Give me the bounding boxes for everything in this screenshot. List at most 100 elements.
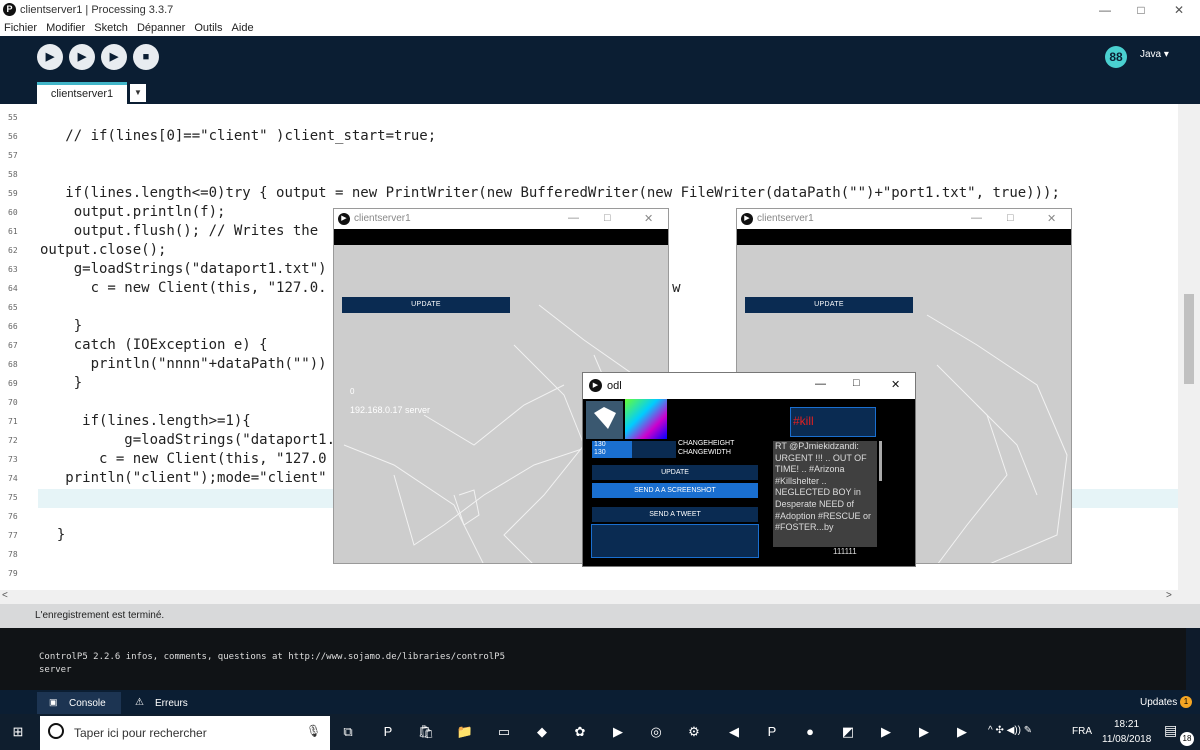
app-icon[interactable]: ◩	[838, 722, 858, 742]
hashtag-input[interactable]: #kill	[790, 407, 876, 437]
line-number: 70	[8, 398, 18, 407]
app-icon[interactable]: ◆	[532, 722, 552, 742]
code-line[interactable]: println("nnnn"+dataPath(""))	[40, 355, 327, 374]
language-indicator[interactable]: FRA	[1072, 726, 1092, 737]
tab-clientserver1[interactable]: clientserver1	[37, 82, 127, 104]
search-box[interactable]: Taper ici pour rechercher 🎙	[40, 716, 330, 750]
notification-icon[interactable]: ▤	[1164, 722, 1177, 739]
code-line[interactable]: if(lines.length>=1){	[40, 412, 251, 431]
sketch-black-bar	[334, 229, 668, 245]
stop-button[interactable]: ■	[133, 44, 159, 70]
tab-bar: clientserver1 ▼	[0, 80, 1200, 104]
maximize-icon[interactable]: □	[1007, 212, 1014, 224]
odl-titlebar: ▶ odl — □ ✕	[583, 373, 915, 399]
line-number: 66	[8, 322, 18, 331]
menu-aide[interactable]: Aide	[232, 20, 254, 36]
code-line[interactable]: output.println(f);	[40, 203, 226, 222]
play-icon[interactable]: ▶	[608, 722, 628, 742]
tab-menu-button[interactable]: ▼	[130, 84, 146, 102]
update-button[interactable]: UPDATE	[342, 297, 510, 313]
folder-icon[interactable]: 📁	[455, 722, 475, 742]
line-number: 65	[8, 303, 18, 312]
app-icon[interactable]: ▭	[494, 722, 514, 742]
processing-app-icon[interactable]: P	[378, 722, 398, 742]
mode-selector[interactable]: Java ▾	[1140, 49, 1169, 60]
clock-date[interactable]: 11/08/2018	[1102, 734, 1151, 745]
line-number: 77	[8, 531, 18, 540]
processing-app-icon[interactable]: P	[762, 722, 782, 742]
debug-button[interactable]: ▶	[101, 44, 127, 70]
code-line[interactable]: output.close();	[40, 241, 166, 260]
updates-badge: 1	[1180, 696, 1192, 708]
code-line[interactable]: // if(lines[0]=="client" )client_start=t…	[40, 127, 436, 146]
maximize-icon[interactable]: □	[604, 212, 611, 224]
scroll-right-icon[interactable]: >	[1166, 590, 1172, 601]
send-tweet-button[interactable]: SEND A TWEET	[592, 507, 758, 522]
run-button[interactable]: ▶	[37, 44, 63, 70]
scroll-left-icon[interactable]: <	[2, 590, 8, 601]
task-view-icon[interactable]: ⧉	[338, 722, 358, 742]
firefox-icon[interactable]: ●	[800, 722, 820, 742]
store-icon[interactable]: 🛍	[416, 722, 436, 742]
menu-fichier[interactable]: Fichier	[4, 20, 37, 36]
line-number: 75	[8, 493, 18, 502]
maximize-icon[interactable]: □	[853, 377, 860, 389]
code-line[interactable]: output.flush(); // Writes the	[40, 222, 318, 241]
line-number: 64	[8, 284, 18, 293]
code-line[interactable]: catch (IOException e) {	[40, 336, 268, 355]
minimize-icon[interactable]: —	[971, 212, 982, 224]
tab-console[interactable]: ▣ Console	[37, 692, 121, 714]
vertical-scrollbar[interactable]	[1178, 104, 1200, 590]
send-screenshot-button[interactable]: SEND A A SCREENSHOT	[592, 483, 758, 498]
microphone-icon[interactable]: 🎙	[306, 724, 321, 738]
minimize-icon[interactable]: —	[568, 212, 579, 224]
blender-icon[interactable]: ◎	[646, 722, 666, 742]
update-button[interactable]: UPDATE	[745, 297, 913, 313]
console-output[interactable]: ControlP5 2.2.6 infos, comments, questio…	[0, 628, 1186, 690]
system-tray-icons[interactable]: ^ ✣ ◀)) ✎	[988, 725, 1032, 736]
scroll-thumb[interactable]	[1184, 294, 1194, 384]
close-icon[interactable]: ✕	[1047, 212, 1056, 225]
present-button[interactable]: ▶	[69, 44, 95, 70]
code-line[interactable]: }	[40, 526, 65, 545]
tweet-scroll-thumb[interactable]	[879, 441, 882, 481]
app-icon[interactable]: ✿	[570, 722, 590, 742]
horizontal-scrollbar[interactable]: < >	[0, 590, 1200, 604]
line-number: 60	[8, 208, 18, 217]
minimize-icon[interactable]: —	[815, 378, 826, 390]
windows-start-icon[interactable]: ⊞	[8, 722, 28, 742]
updates-link[interactable]: Updates	[1140, 697, 1177, 708]
sketch-black-bar	[737, 229, 1071, 245]
debugger-icon[interactable]: 88	[1105, 46, 1127, 68]
code-line[interactable]: if(lines.length<=0)try { output = new Pr…	[40, 184, 1060, 203]
update-button[interactable]: UPDATE	[592, 465, 758, 480]
menu-outils[interactable]: Outils	[194, 20, 222, 36]
play-icon[interactable]: ▶	[876, 722, 896, 742]
code-line[interactable]: println("client");mode="client"	[40, 469, 326, 488]
menu-sketch[interactable]: Sketch	[94, 20, 128, 36]
code-line[interactable]: c = new Client(this, "127.0	[40, 450, 327, 469]
tweet-text-input[interactable]	[591, 524, 759, 558]
vscode-icon[interactable]: ◀	[724, 722, 744, 742]
tab-errors[interactable]: ⚠ Erreurs	[133, 692, 213, 714]
odl-window[interactable]: ▶ odl — □ ✕ 130 130 CHANGEHEIGHT CHANGEW…	[582, 372, 916, 567]
notification-badge: 18	[1180, 732, 1194, 746]
code-line[interactable]: }	[40, 374, 82, 393]
clock-time[interactable]: 18:21	[1114, 719, 1139, 730]
play-icon[interactable]: ▶	[952, 722, 972, 742]
code-line[interactable]: g=loadStrings("dataport1.txt")	[40, 260, 327, 279]
width-value: 130	[594, 449, 606, 456]
code-line[interactable]: g=loadStrings("dataport1.	[40, 431, 335, 450]
close-icon[interactable]: ✕	[644, 212, 653, 225]
menu-depanner[interactable]: Dépanner	[137, 20, 185, 36]
settings-icon[interactable]: ⚙	[684, 722, 704, 742]
minimize-button[interactable]: —	[1088, 1, 1122, 19]
code-line[interactable]: }	[40, 317, 82, 336]
close-button[interactable]: ✕	[1162, 1, 1196, 19]
line-number: 69	[8, 379, 18, 388]
close-icon[interactable]: ✕	[891, 378, 900, 391]
maximize-button[interactable]: □	[1124, 1, 1158, 19]
play-icon[interactable]: ▶	[914, 722, 934, 742]
height-width-sliders[interactable]: 130 130	[592, 441, 676, 458]
menu-modifier[interactable]: Modifier	[46, 20, 85, 36]
